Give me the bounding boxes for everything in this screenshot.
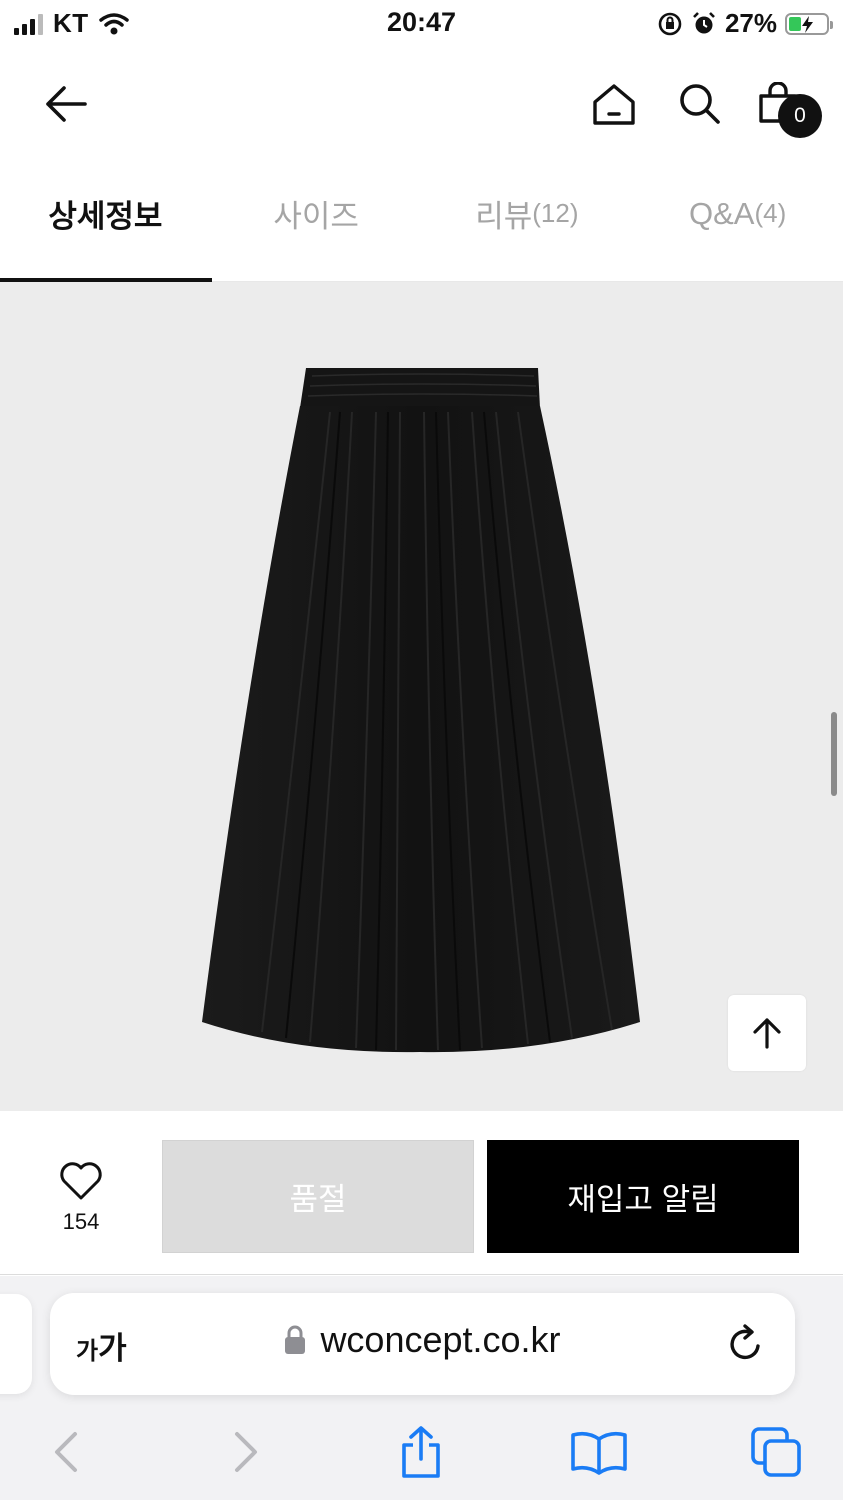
home-button[interactable]: [584, 76, 644, 132]
reload-button[interactable]: [723, 1321, 767, 1367]
tab-details[interactable]: 상세정보: [0, 168, 211, 281]
tab-reviews-count: (12): [532, 198, 579, 228]
like-count: 154: [62, 1209, 100, 1234]
url-display[interactable]: wconcept.co.kr: [50, 1319, 795, 1361]
tab-qna[interactable]: Q&A (4): [632, 168, 843, 281]
like-button[interactable]: 154: [40, 1161, 122, 1241]
browser-bottom-bar: 가가 wconcept.co.kr: [0, 1276, 843, 1500]
tab-reviews-label: 리뷰: [475, 199, 533, 234]
tab-reviews[interactable]: 리뷰 (12): [422, 168, 633, 281]
soldout-button[interactable]: 품절: [162, 1140, 474, 1253]
app-header: 0: [0, 62, 843, 144]
battery-percent: 27%: [724, 8, 777, 38]
tab-size[interactable]: 사이즈: [211, 168, 422, 281]
restock-alert-button[interactable]: 재입고 알림: [487, 1140, 799, 1253]
address-bar[interactable]: 가가 wconcept.co.kr: [50, 1293, 795, 1395]
detail-tabs: 상세정보 사이즈 리뷰 (12) Q&A (4): [0, 168, 843, 282]
lock-icon: [285, 1325, 306, 1354]
tabs-icon: [751, 1427, 801, 1477]
cart-button[interactable]: 0: [752, 74, 824, 138]
forward-chevron-icon: [235, 1432, 257, 1472]
browser-back-button[interactable]: [36, 1422, 96, 1482]
orientation-lock-icon: [658, 12, 682, 35]
purchase-bar: 154 품절 재입고 알림: [0, 1111, 843, 1275]
scroll-to-top-button[interactable]: [728, 995, 806, 1071]
back-chevron-icon: [55, 1432, 77, 1472]
bookmarks-button[interactable]: [566, 1422, 632, 1482]
previous-tab-card[interactable]: [0, 1294, 32, 1394]
scrollbar[interactable]: [831, 712, 837, 796]
tab-qna-count: (4): [754, 198, 787, 228]
status-right: 27%: [657, 8, 833, 39]
tabs-button[interactable]: [746, 1422, 806, 1482]
cart-count-badge: 0: [778, 94, 822, 138]
heart-icon: [60, 1162, 102, 1200]
tab-qna-label: Q&A: [689, 195, 755, 231]
status-bar: KT 20:47 27%: [0, 0, 843, 50]
browser-toolbar: [0, 1416, 843, 1486]
product-image-area[interactable]: [0, 282, 843, 1111]
back-button[interactable]: [36, 76, 96, 132]
arrow-up-icon: [753, 1018, 781, 1049]
tab-size-label: 사이즈: [273, 199, 359, 234]
alarm-icon: [693, 11, 715, 33]
home-icon: [593, 84, 635, 125]
url-text: wconcept.co.kr: [320, 1319, 561, 1360]
bookmarks-icon: [571, 1431, 627, 1475]
share-button[interactable]: [391, 1422, 451, 1482]
search-button[interactable]: [670, 76, 730, 132]
share-icon: [402, 1426, 440, 1478]
search-icon: [680, 84, 720, 124]
back-arrow-icon: [46, 86, 87, 122]
battery-charging-icon: [785, 12, 833, 35]
reload-icon: [730, 1324, 760, 1360]
product-image: [202, 368, 640, 1053]
tab-details-label: 상세정보: [48, 199, 163, 234]
browser-forward-button[interactable]: [216, 1422, 276, 1482]
